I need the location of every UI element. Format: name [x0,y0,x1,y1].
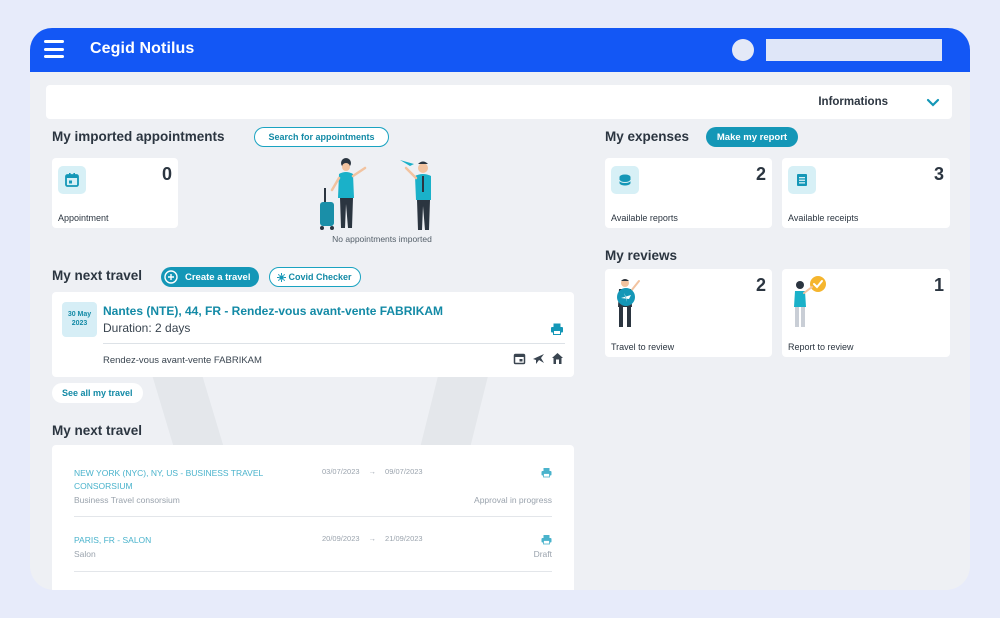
print-icon[interactable] [541,467,552,478]
available-reports-label: Available reports [611,213,678,223]
receipt-icon [788,166,816,194]
informations-label: Informations [818,96,888,108]
travel-review-illustration [617,279,640,327]
row-subtitle: Business Travel consorsium [74,495,180,505]
row-end-date: 09/07/2023 [385,467,423,476]
row-divider [74,516,552,517]
plus-circle-icon [164,270,178,284]
menu-icon[interactable] [44,40,64,58]
report-review-card[interactable]: 1 Report to review [782,269,950,357]
covid-checker-button[interactable]: Covid Checker [269,267,361,287]
user-name-placeholder[interactable] [766,39,942,61]
trip-date-badge: 30 May 2023 [62,302,97,337]
row-divider [74,571,552,572]
available-receipts-count: 3 [933,164,944,184]
available-reports-card[interactable]: 2 Available reports [605,158,772,228]
hotel-icon[interactable] [551,352,564,365]
arrow-icon: → [368,467,377,476]
row-start-date: 20/09/2023 [322,534,360,543]
appointment-label: Appointment [58,213,109,223]
next-trip-card[interactable]: 30 May 2023 Nantes (NTE), 44, FR - Rende… [52,292,574,377]
row-title[interactable]: NEW YORK (NYC), NY, US - BUSINESS TRAVEL… [74,467,314,493]
covid-checker-label: Covid Checker [288,272,352,282]
make-report-button[interactable]: Make my report [706,127,798,147]
virus-icon [277,273,286,282]
print-icon[interactable] [550,322,564,336]
row-dates: 03/07/2023 → 09/07/2023 [322,467,423,476]
expenses-title: My expenses [605,129,690,144]
row-end-date: 21/09/2023 [385,534,423,543]
top-bar: Cegid Notilus [30,28,970,72]
report-review-illustration [794,276,826,327]
travel-list-panel: NEW YORK (NYC), NY, US - BUSINESS TRAVEL… [52,445,574,590]
row-subtitle: Salon [74,549,96,559]
appointment-card[interactable]: 0 Appointment [52,158,178,228]
report-review-label: Report to review [788,342,854,352]
coins-icon [611,166,639,194]
travel-list-title: My next travel [52,423,143,438]
row-status: Draft [533,549,552,559]
calendar-icon [58,166,86,194]
chevron-down-icon[interactable] [926,95,940,109]
informations-bar[interactable]: Informations [46,85,952,119]
travel-review-count: 2 [755,275,766,295]
no-appointments-text: No appointments imported [332,234,432,244]
appointment-count: 0 [161,164,172,184]
travel-review-card[interactable]: 2 Travel to review [605,269,772,357]
travel-list-row[interactable]: PARIS, FR - SALON 20/09/2023 → 21/09/202… [74,534,552,564]
trip-date-day: 30 May [67,311,92,318]
row-title[interactable]: PARIS, FR - SALON [74,534,314,547]
search-appointments-button[interactable]: Search for appointments [254,127,389,147]
travel-review-label: Travel to review [611,342,675,352]
see-all-travel-button[interactable]: See all my travel [52,383,143,403]
trip-actions [513,352,564,365]
arrow-icon: → [368,534,377,543]
appointments-title: My imported appointments [52,129,225,144]
row-start-date: 03/07/2023 [322,467,360,476]
trip-subtitle: Rendez-vous avant-vente FABRIKAM [103,355,262,366]
row-status: Approval in progress [474,495,552,505]
calendar-icon[interactable] [513,352,526,365]
reviews-title: My reviews [605,248,678,263]
avatar[interactable] [732,39,754,61]
available-reports-count: 2 [755,164,766,184]
brand-title: Cegid Notilus [90,40,195,57]
trip-duration: Duration: 2 days [103,321,191,335]
available-receipts-card[interactable]: 3 Available receipts [782,158,950,228]
create-travel-button[interactable]: Create a travel [161,267,259,287]
next-travel-title: My next travel [52,268,143,283]
trip-title[interactable]: Nantes (NTE), 44, FR - Rendez-vous avant… [103,304,443,318]
travel-list-row[interactable]: NEW YORK (NYC), NY, US - BUSINESS TRAVEL… [74,467,552,512]
print-icon[interactable] [541,534,552,545]
plane-icon[interactable] [532,352,545,365]
report-review-count: 1 [933,275,944,295]
app-screen: Cegid Notilus Informations My imported a… [30,28,970,590]
available-receipts-label: Available receipts [788,213,859,223]
trip-divider [103,343,565,344]
trip-date-year: 2023 [71,320,88,327]
travellers-illustration [320,158,431,230]
create-travel-label: Create a travel [185,271,251,283]
row-dates: 20/09/2023 → 21/09/2023 [322,534,423,543]
